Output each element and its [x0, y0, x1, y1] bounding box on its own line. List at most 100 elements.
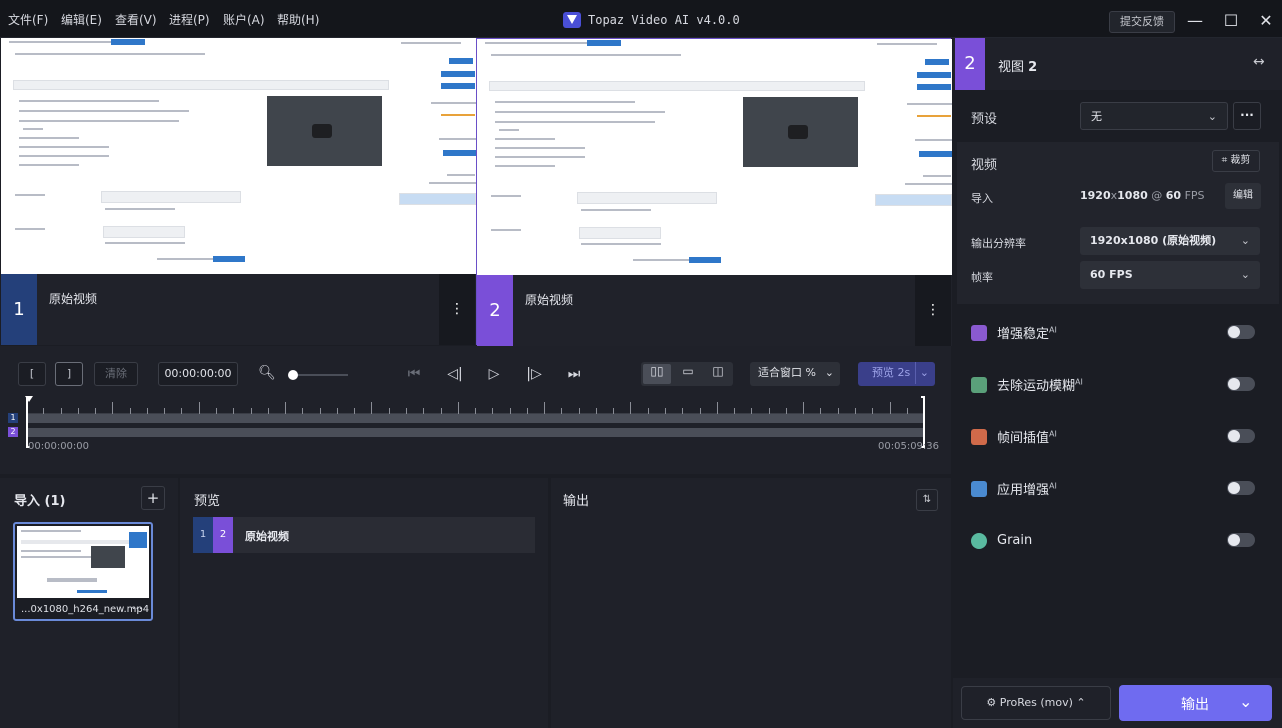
viewer-2-more-icon[interactable]: ⋮ — [915, 275, 951, 346]
zoom-slider-handle[interactable] — [288, 370, 298, 380]
edit-button[interactable]: 编辑 — [1225, 183, 1261, 209]
step-back-icon[interactable]: ◁| — [445, 366, 465, 382]
chevron-down-icon[interactable]: ⌄ — [914, 362, 929, 384]
chevron-down-icon: ⌄ — [1207, 110, 1217, 123]
viewer-2-number: 2 — [477, 275, 513, 346]
timeline-tick — [285, 402, 286, 414]
timeline-end-time: 00:05:09:36 — [878, 441, 940, 452]
menu-process[interactable]: 进程(P) — [169, 11, 210, 28]
enhancement-toggle[interactable] — [1227, 481, 1255, 495]
frame-interpolation-toggle[interactable] — [1227, 429, 1255, 443]
file-card[interactable]: ...0x1080_h264_new.mp4 ··· — [13, 522, 153, 621]
file-more-icon[interactable]: ··· — [132, 602, 143, 615]
export-label: 输出 — [1181, 697, 1209, 713]
menu-account[interactable]: 账户(A) — [223, 11, 265, 28]
stabilize-toggle[interactable] — [1227, 325, 1255, 339]
crop-icon: ⌗ — [1221, 155, 1228, 166]
topaz-logo-icon — [563, 12, 581, 28]
timeline-tick — [716, 402, 718, 414]
viewer-2-label: 原始视频 — [525, 293, 574, 307]
viewer-2[interactable]: 2 原始视频 ⋮ — [476, 38, 952, 346]
viewer-1-footer — [1, 274, 476, 345]
step-forward-icon[interactable]: |▷ — [524, 366, 544, 382]
single-view-icon[interactable]: ▭ — [674, 364, 702, 378]
output-resolution-select[interactable]: 1920x1080 (原始视频) ⌄ — [1080, 227, 1260, 255]
frame-interpolation-icon — [971, 429, 987, 445]
frame-rate-select[interactable]: 60 FPS ⌄ — [1080, 261, 1260, 289]
output-title: 输出 — [563, 494, 590, 509]
chevron-down-icon[interactable]: ⌄ — [1239, 692, 1252, 711]
chevron-down-icon: ⌄ — [1240, 234, 1250, 247]
viewer-1-number: 1 — [1, 274, 37, 345]
swap-icon[interactable]: ↔ — [1253, 54, 1265, 70]
timeline-tick — [889, 402, 891, 414]
file-thumbnail — [17, 526, 149, 598]
split-view-icon[interactable]: ◫ — [704, 364, 732, 378]
motion-deblur-icon — [971, 377, 987, 393]
chevron-down-icon: ⌄ — [1240, 268, 1250, 281]
feedback-button[interactable]: 提交反馈 — [1109, 11, 1175, 33]
crop-button[interactable]: ⌗ 裁剪 — [1212, 150, 1260, 172]
gear-icon: ⚙ — [986, 696, 997, 709]
preview-button[interactable]: 预览 2s ⌄ — [858, 362, 935, 386]
import-panel: 导入 (1) + ...0x1080_h264_new.mp4 ··· — [0, 478, 178, 728]
preview-list-item[interactable]: 1 2 原始视频 — [193, 517, 535, 553]
clear-button[interactable]: 清除 — [94, 362, 138, 386]
format-button[interactable]: ⚙ ProRes (mov) ⌃ — [961, 686, 1111, 720]
grain-toggle[interactable] — [1227, 533, 1255, 547]
grain-label: Grain — [997, 533, 1033, 548]
track-2-bar[interactable] — [26, 428, 924, 437]
video-frame-1 — [1, 38, 476, 274]
app-title: Topaz Video AI v4.0.0 — [588, 13, 740, 27]
viewer-1[interactable]: 1 原始视频 ⋮ — [1, 38, 476, 345]
menu-edit[interactable]: 编辑(E) — [61, 11, 102, 28]
enhancement-icon — [971, 481, 987, 497]
import-info: 1920x1080 @ 60 FPS — [1080, 189, 1205, 202]
chevron-down-icon: ⌄ — [824, 366, 834, 379]
timeline-tick — [112, 402, 114, 414]
enhancement-label: 应用增强AI — [997, 481, 1057, 498]
video-frame-2 — [477, 39, 952, 275]
menu-file[interactable]: 文件(F) — [8, 11, 48, 28]
preset-label: 预设 — [971, 112, 998, 127]
preset-value: 无 — [1091, 110, 1102, 123]
menu-help[interactable]: 帮助(H) — [277, 11, 319, 28]
mark-out-button[interactable]: ] — [55, 362, 83, 386]
crop-label: 裁剪 — [1230, 155, 1251, 166]
play-icon[interactable]: ▷ — [484, 366, 504, 382]
stabilize-icon — [971, 325, 987, 341]
output-resolution-value: 1920x1080 (原始视频) — [1090, 234, 1217, 247]
zoom-search-icon[interactable]: 🔍︎ — [258, 365, 276, 381]
frame-interpolation-label: 帧间插值AI — [997, 429, 1057, 446]
sort-icon[interactable]: ⇅ — [916, 489, 938, 511]
maximize-icon[interactable]: ☐ — [1219, 9, 1243, 33]
preset-select[interactable]: 无 ⌄ — [1080, 102, 1228, 130]
preset-more-button[interactable]: ··· — [1233, 102, 1261, 130]
motion-deblur-toggle[interactable] — [1227, 377, 1255, 391]
preview-panel: 预览 1 2 原始视频 — [180, 478, 548, 728]
menu-view[interactable]: 查看(V) — [115, 11, 157, 28]
timeline-tick — [630, 402, 632, 414]
title-bar: 文件(F) 编辑(E) 查看(V) 进程(P) 账户(A) 帮助(H) Topa… — [0, 0, 1282, 38]
grain-icon — [971, 533, 987, 549]
timeline-tick — [198, 402, 200, 414]
zoom-select[interactable]: 适合窗口 % ⌄ — [750, 362, 840, 386]
zoom-slider-track[interactable] — [292, 374, 348, 376]
export-button[interactable]: 输出 ⌄ — [1119, 685, 1272, 721]
frame-rate-label: 帧率 — [971, 271, 993, 284]
track-1-bar[interactable] — [26, 414, 924, 423]
skip-end-icon[interactable]: ⏭ — [564, 366, 584, 382]
track-1-label: 1 — [8, 413, 18, 423]
timecode-field[interactable]: 00:00:00:00 — [158, 362, 238, 386]
close-icon[interactable]: ✕ — [1254, 9, 1278, 33]
video-label: 视频 — [971, 158, 998, 173]
viewer-1-more-icon[interactable]: ⋮ — [439, 274, 475, 345]
side-by-side-view-icon[interactable]: ▯▯ — [643, 364, 671, 384]
mark-in-button[interactable]: [ — [18, 362, 46, 386]
output-resolution-label: 输出分辨率 — [971, 237, 1026, 250]
add-file-button[interactable]: + — [141, 486, 165, 510]
timeline-tick — [544, 402, 546, 414]
minimize-icon[interactable]: — — [1183, 9, 1207, 33]
motion-deblur-label: 去除运动模糊AI — [997, 377, 1083, 394]
skip-start-icon[interactable]: ⏮ — [404, 366, 424, 382]
